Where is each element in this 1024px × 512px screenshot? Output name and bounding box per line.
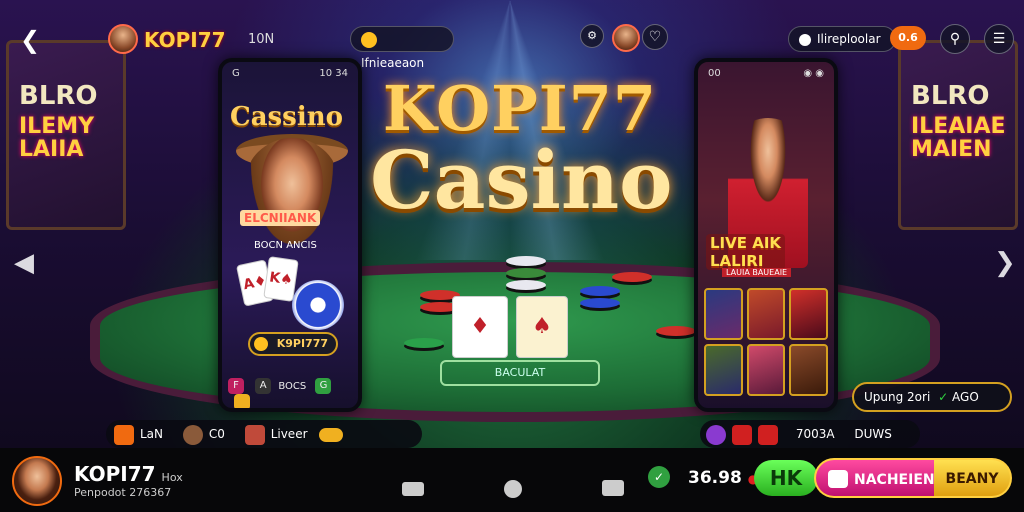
game-category-strip-right: 7003A DUWS xyxy=(700,420,920,448)
chip-stack xyxy=(612,272,652,282)
live-icon xyxy=(244,424,265,445)
phone-subtitle: BOCN ANCIS xyxy=(254,240,317,251)
dealer-icon xyxy=(182,424,203,445)
avatar[interactable] xyxy=(12,456,62,506)
check-icon[interactable]: ✓ xyxy=(648,466,670,488)
playing-card: ♦ xyxy=(452,296,508,358)
balance-value: 36.98 ● xyxy=(688,468,759,488)
game-thumbnail[interactable] xyxy=(789,288,828,340)
game-icon xyxy=(828,470,848,488)
carousel-next-icon[interactable]: ❯ xyxy=(994,248,1016,278)
category-lan[interactable]: LaN xyxy=(114,420,163,448)
settings-icon[interactable]: ⚙ xyxy=(580,24,604,48)
table-label: BACULAT xyxy=(440,360,600,386)
phone-status: 00 ◉ ◉ xyxy=(708,68,824,79)
home-icon[interactable] xyxy=(504,480,522,498)
heart-icon[interactable]: ♡ xyxy=(642,24,668,50)
game-thumbnail[interactable] xyxy=(789,344,828,396)
user-subtitle: Penpodot 276367 xyxy=(74,486,172,499)
game-thumbnail[interactable] xyxy=(746,344,786,396)
wallet-icon[interactable] xyxy=(402,482,424,496)
diamond-icon xyxy=(799,33,811,46)
phone-title: Cassino xyxy=(230,102,343,132)
chip-stack xyxy=(506,256,546,266)
playing-card: ♠ xyxy=(516,296,568,358)
category-c0[interactable]: C0 xyxy=(182,420,225,448)
game-thumbnail[interactable] xyxy=(746,288,786,340)
casino-logo: KOPI77 Casino xyxy=(370,72,673,227)
search-icon[interactable]: ⚲ xyxy=(940,24,970,54)
chip-stack xyxy=(580,286,620,296)
chip-stack xyxy=(656,326,696,336)
phone-sign: ELCNIIANK xyxy=(240,210,321,226)
right-slot-machine: BLRO ILEAIAE MAIEN xyxy=(898,40,1018,230)
left-phone-preview[interactable]: G 10 34 Cassino ELCNIIANK BOCN ANCIS A♦ K… xyxy=(218,58,362,412)
chip-stack xyxy=(506,268,546,278)
live-subtitle: LAUIA BAUEAIE xyxy=(722,268,792,277)
chat-icon[interactable] xyxy=(602,480,624,496)
promo-pill[interactable]: Ifnieaeaon xyxy=(350,26,454,70)
hk-button[interactable]: HK xyxy=(754,460,818,496)
promo-code[interactable]: K9PI777 xyxy=(248,332,338,356)
red-icon[interactable] xyxy=(758,424,778,445)
phone-status: G 10 34 xyxy=(232,68,348,79)
brand-logo: KOPI77 xyxy=(144,28,226,52)
category-live[interactable]: Liveer xyxy=(244,420,308,448)
user-name: KOPI77 Hox xyxy=(74,462,183,486)
chevron-left-icon[interactable]: ❮ xyxy=(20,26,40,54)
account-pill[interactable]: Ilireploolar xyxy=(788,26,896,52)
coin-icon xyxy=(254,337,268,351)
check-icon: ✓ xyxy=(938,390,949,404)
toggle-icon[interactable] xyxy=(319,427,344,442)
avatar[interactable] xyxy=(108,24,138,54)
avatar[interactable] xyxy=(612,24,640,52)
brand-subtitle: 10N xyxy=(248,32,275,47)
chip-stack xyxy=(580,298,620,308)
slot-icon xyxy=(114,424,134,445)
left-slot-machine: BLRO ILEMY LAIIA xyxy=(6,40,126,230)
gift-icon[interactable] xyxy=(234,394,250,408)
macheten-button[interactable]: NACHEIEN xyxy=(814,458,938,498)
menu-icon[interactable]: ☰ xyxy=(984,24,1014,54)
coin-icon xyxy=(361,31,377,48)
carousel-prev-icon[interactable]: ◀ xyxy=(14,248,34,278)
purple-icon[interactable] xyxy=(706,424,726,445)
bottom-bar: KOPI77 Hox Penpodot 276367 ✓ 36.98 ● HK N… xyxy=(0,448,1024,512)
chip-stack xyxy=(506,280,546,290)
beany-button[interactable]: BEANY xyxy=(934,458,1012,498)
live-title: LIVE AIK LALIRI xyxy=(706,234,786,270)
upcoming-pill[interactable]: Upung 2ori ✓ AGO xyxy=(852,382,1012,412)
phone-bottom-bar: F A BOCS G xyxy=(228,378,352,408)
poker-chip xyxy=(292,280,344,330)
game-thumbnail[interactable] xyxy=(704,344,743,396)
top-bar: ❮ KOPI77 10N Ifnieaeaon ⚙ ♡ Ilireploolar… xyxy=(0,22,1024,70)
chip-stack xyxy=(404,338,444,348)
red-icon[interactable] xyxy=(732,424,752,445)
right-phone-preview[interactable]: 00 ◉ ◉ LIVE AIK LALIRI LAUIA BAUEAIE xyxy=(694,58,838,412)
notification-badge[interactable]: 0.6 xyxy=(890,26,926,50)
game-thumbnail[interactable] xyxy=(704,288,743,340)
game-category-strip: LaN C0 Liveer xyxy=(106,420,422,448)
game-grid xyxy=(704,288,828,396)
